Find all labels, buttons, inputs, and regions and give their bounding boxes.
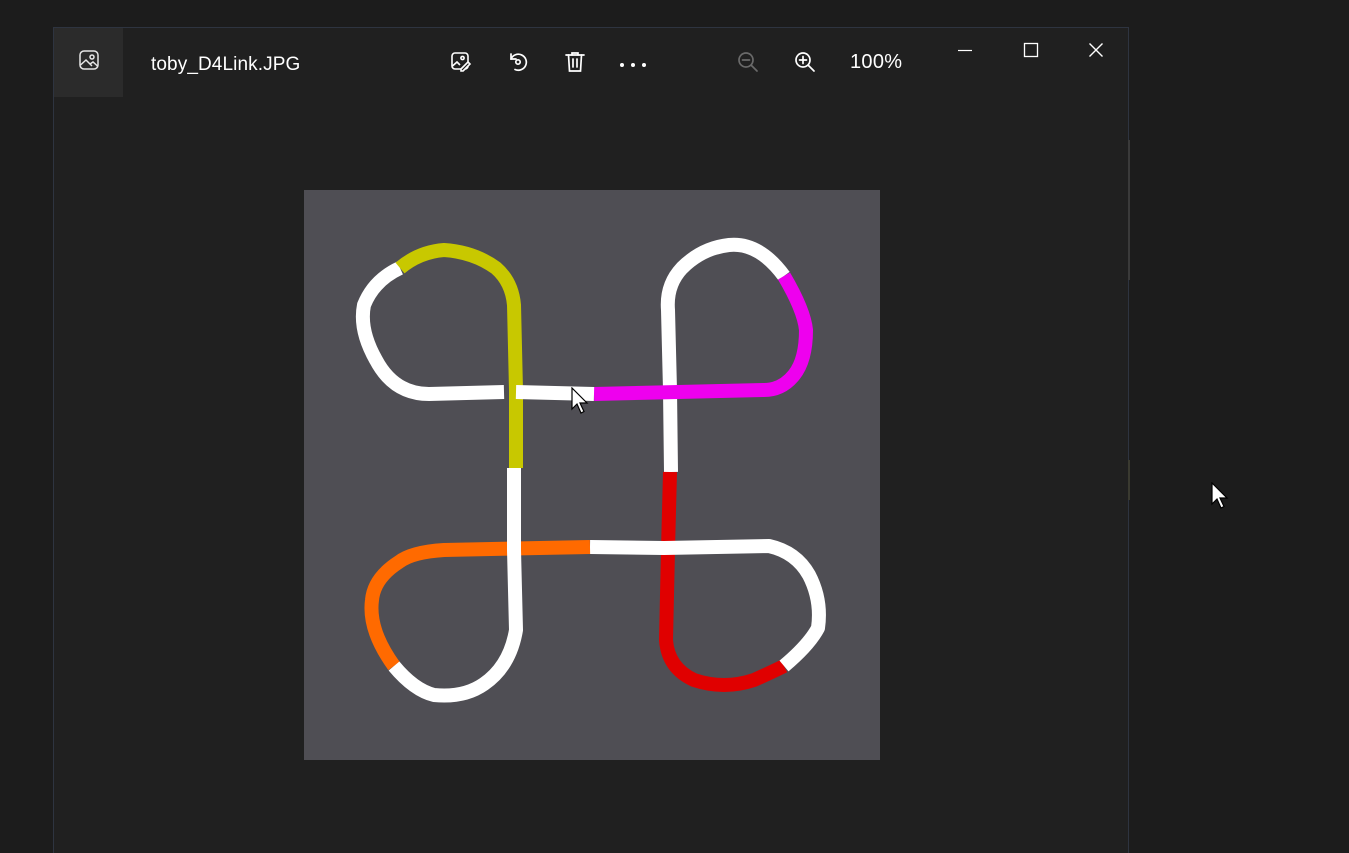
minimize-button[interactable]: [945, 36, 985, 68]
maximize-icon: [1023, 42, 1039, 63]
more-options-button[interactable]: [615, 46, 651, 82]
delete-icon: [564, 50, 586, 79]
minimize-icon: [957, 42, 973, 63]
mouse-cursor-icon: [571, 387, 589, 414]
file-name-title: toby_D4Link.JPG: [151, 54, 301, 75]
rotate-button[interactable]: [500, 46, 536, 82]
zoom-out-button[interactable]: [730, 46, 766, 82]
knot-strand-yellow: [395, 243, 523, 468]
zoom-in-icon: [793, 50, 817, 79]
close-button[interactable]: [1076, 36, 1116, 68]
zoom-out-icon: [736, 50, 760, 79]
zoom-in-button[interactable]: [787, 46, 823, 82]
knot-strand-magenta: [593, 272, 813, 401]
photos-app-window: toby_D4Link.JPG 100%: [53, 27, 1129, 853]
knot-strand-red: [659, 471, 788, 692]
zoom-level-readout[interactable]: 100%: [850, 51, 902, 74]
knot-strand-orange: [364, 540, 591, 671]
delete-button[interactable]: [557, 46, 593, 82]
knot-strand-white: [355, 261, 505, 401]
displayed-image: [304, 190, 880, 760]
image-icon: [78, 49, 100, 76]
more-icon: [619, 55, 647, 73]
window-edge-highlight: [1128, 140, 1130, 280]
maximize-button[interactable]: [1011, 36, 1051, 68]
close-icon: [1088, 42, 1104, 63]
knot-strand-white: [660, 237, 790, 473]
window-edge-highlight: [1128, 460, 1130, 500]
mouse-cursor-icon: [1211, 482, 1229, 509]
rotate-icon: [506, 50, 530, 79]
edit-image-button[interactable]: [443, 46, 479, 82]
knot-strand-white: [388, 468, 523, 703]
image-viewport[interactable]: [54, 98, 1128, 853]
knot-strand-white: [589, 539, 826, 672]
desktop-background: [1129, 0, 1349, 853]
title-bar: toby_D4Link.JPG 100%: [54, 28, 1128, 98]
edit-image-icon: [449, 50, 473, 79]
app-icon-tile: [54, 28, 123, 97]
